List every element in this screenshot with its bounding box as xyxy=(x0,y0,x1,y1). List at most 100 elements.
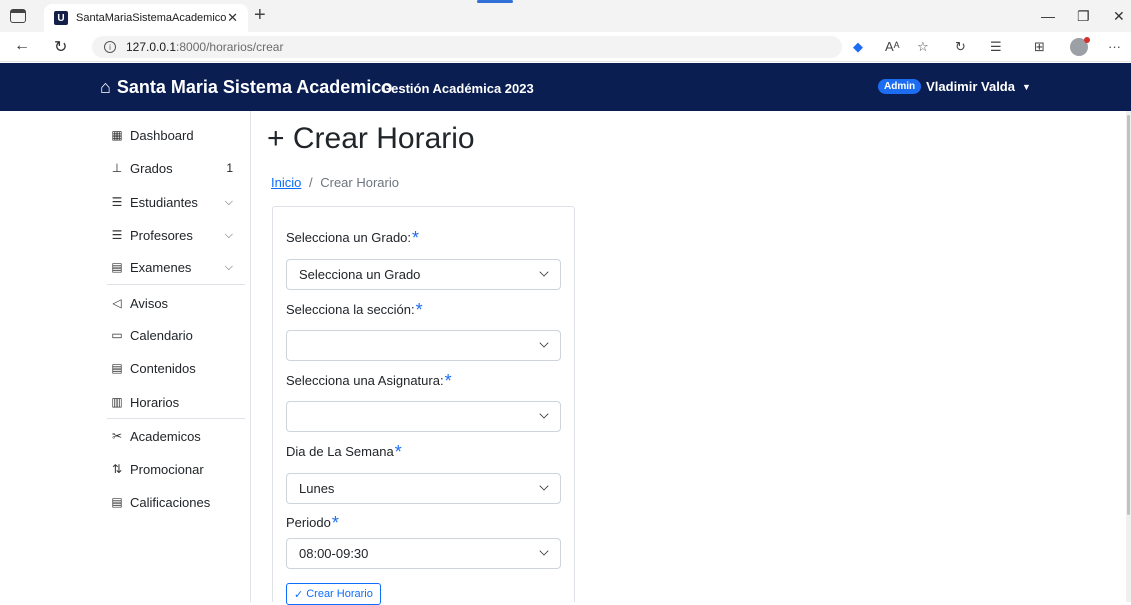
grid-icon: ▦ xyxy=(111,128,123,142)
sidebar-item-estudiantes[interactable]: ☰ Estudiantes ⌵ xyxy=(95,187,245,217)
tools-icon: ✂ xyxy=(111,429,123,443)
tab-title: SantaMariaSistemaAcademico xyxy=(76,12,227,24)
sidebar-item-label: Academicos xyxy=(130,428,201,444)
required-asterisk: * xyxy=(415,300,423,320)
new-tab-button[interactable]: + xyxy=(254,4,266,27)
chevron-down-icon xyxy=(539,267,549,277)
chevron-down-icon xyxy=(539,546,549,556)
required-asterisk: * xyxy=(331,513,339,533)
read-aloud-icon[interactable]: Aᴬ xyxy=(885,39,900,54)
favorite-star-icon[interactable]: ☆ xyxy=(917,39,929,55)
tab-actions-icon[interactable] xyxy=(10,9,26,23)
url-host: 127.0.0.1 xyxy=(126,40,177,54)
sidebar: ▦ Dashboard ⊥ Grados 1 ☰ Estudiantes ⌵ ☰… xyxy=(95,111,251,602)
required-asterisk: * xyxy=(412,228,420,248)
sidebar-item-academicos[interactable]: ✂ Academicos xyxy=(95,421,245,451)
site-favicon-icon: U xyxy=(54,11,68,25)
dia-select[interactable]: Lunes xyxy=(286,473,561,504)
periodo-label-text: Periodo xyxy=(286,515,331,530)
grado-label: Selecciona un Grado:* xyxy=(286,226,420,248)
browser-tab[interactable]: U SantaMariaSistemaAcademico ✕ xyxy=(44,4,248,32)
person-lines-icon: ☰ xyxy=(111,228,123,242)
chevron-down-icon: ⌵ xyxy=(224,195,233,208)
profile-avatar[interactable] xyxy=(1070,37,1090,56)
dia-label: Dia de La Semana* xyxy=(286,440,402,462)
chevron-down-icon: ⌵ xyxy=(224,228,233,241)
sidebar-item-label: Calendario xyxy=(130,327,193,343)
crear-horario-label: Crear Horario xyxy=(306,588,373,600)
asignatura-label: Selecciona una Asignatura:* xyxy=(286,369,452,391)
minimize-icon[interactable]: — xyxy=(1041,8,1055,24)
breadcrumb-separator: / xyxy=(308,175,313,190)
collections-icon[interactable]: ⊞ xyxy=(1034,39,1045,55)
megaphone-icon: ◁ xyxy=(112,296,122,310)
sidebar-item-dashboard[interactable]: ▦ Dashboard xyxy=(95,120,245,150)
sidebar-item-label: Examenes xyxy=(130,259,192,275)
sidebar-item-avisos[interactable]: ◁ Avisos xyxy=(95,288,245,318)
periodo-label: Periodo* xyxy=(286,511,339,533)
grado-select-value: Selecciona un Grado xyxy=(299,267,421,282)
url-path: :8000/horarios/crear xyxy=(176,40,284,54)
sidebar-item-profesores[interactable]: ☰ Profesores ⌵ xyxy=(95,220,245,250)
user-name: Vladimir Valda xyxy=(926,79,1015,94)
sidebar-item-promocionar[interactable]: ⇅ Promocionar xyxy=(95,454,245,484)
page-scrollbar[interactable] xyxy=(1126,111,1131,602)
url-field[interactable]: i 127.0.0.1:8000/horarios/crear xyxy=(92,36,842,58)
browser-tab-bar: U SantaMariaSistemaAcademico ✕ + — ❐ ✕ xyxy=(0,0,1131,32)
sidebar-item-label: Dashboard xyxy=(130,127,194,143)
extension-icon[interactable]: ◆ xyxy=(853,39,863,55)
sidebar-item-grados[interactable]: ⊥ Grados 1 xyxy=(95,153,245,183)
sidebar-item-calendario[interactable]: ▭ Calendario xyxy=(95,320,245,350)
periodo-select-value: 08:00-09:30 xyxy=(299,546,369,561)
sidebar-item-label: Promocionar xyxy=(130,461,204,477)
sidebar-item-examenes[interactable]: ▤ Examenes ⌵ xyxy=(95,252,245,282)
required-asterisk: * xyxy=(394,442,402,462)
sidebar-divider xyxy=(107,418,245,419)
breadcrumb-home-link[interactable]: Inicio xyxy=(271,175,301,190)
asignatura-label-text: Selecciona una Asignatura: xyxy=(286,373,444,388)
sidebar-divider xyxy=(107,284,245,285)
breadcrumb-current: Crear Horario xyxy=(320,175,399,190)
restore-icon[interactable]: ❐ xyxy=(1077,8,1090,25)
periodo-select[interactable]: 08:00-09:30 xyxy=(286,538,561,569)
asignatura-select[interactable] xyxy=(286,401,561,432)
seccion-label-text: Selecciona la sección: xyxy=(286,302,415,317)
tab-close-icon[interactable]: ✕ xyxy=(227,10,238,26)
grados-count: 1 xyxy=(226,161,233,175)
plus-icon: + xyxy=(267,122,285,155)
document-icon: ▤ xyxy=(111,260,123,274)
sidebar-item-horarios[interactable]: ▥ Horarios xyxy=(95,387,245,417)
caret-down-icon: ▼ xyxy=(1021,81,1031,92)
back-icon[interactable]: ← xyxy=(14,37,30,55)
person-lines-icon: ☰ xyxy=(111,195,123,209)
required-asterisk: * xyxy=(444,371,452,391)
page-title: + Crear Horario xyxy=(267,122,475,156)
site-info-icon[interactable]: i xyxy=(104,41,116,53)
sidebar-item-contenidos[interactable]: ▤ Contenidos xyxy=(95,353,245,383)
sidebar-item-label: Grados xyxy=(130,160,173,176)
calendar-icon: ▭ xyxy=(111,328,123,342)
sidebar-item-label: Profesores xyxy=(130,227,193,243)
favorites-list-icon[interactable]: ☰ xyxy=(990,39,1002,55)
table-icon: ▥ xyxy=(111,395,123,409)
dia-select-value: Lunes xyxy=(299,481,335,496)
close-window-icon[interactable]: ✕ xyxy=(1113,8,1125,25)
chevron-down-icon xyxy=(539,409,549,419)
role-badge: Admin xyxy=(878,79,922,94)
grado-select[interactable]: Selecciona un Grado xyxy=(286,259,561,290)
user-menu[interactable]: Admin Vladimir Valda ▼ xyxy=(878,79,1031,94)
browser-address-bar: ← ↻ i 127.0.0.1:8000/horarios/crear ◆ Aᴬ… xyxy=(0,32,1131,62)
card-list-icon: ▤ xyxy=(111,495,123,509)
refresh-icon[interactable]: ↻ xyxy=(54,37,67,57)
navbar-subtitle: Gestión Académica 2023 xyxy=(381,81,534,96)
brand-title: Santa Maria Sistema Academico xyxy=(116,77,393,97)
more-options-icon[interactable]: ··· xyxy=(1108,39,1121,54)
seccion-label: Selecciona la sección:* xyxy=(286,298,423,320)
sidebar-item-calificaciones[interactable]: ▤ Calificaciones xyxy=(95,487,245,517)
dia-label-text: Dia de La Semana xyxy=(286,444,394,459)
sidebar-item-label: Calificaciones xyxy=(130,494,211,510)
brand-link[interactable]: ⌂ Santa Maria Sistema Academico xyxy=(100,77,392,98)
chevron-down-icon: ⌵ xyxy=(224,260,233,273)
refresh-extension-icon[interactable]: ↻ xyxy=(955,39,966,55)
seccion-select[interactable] xyxy=(286,330,561,361)
